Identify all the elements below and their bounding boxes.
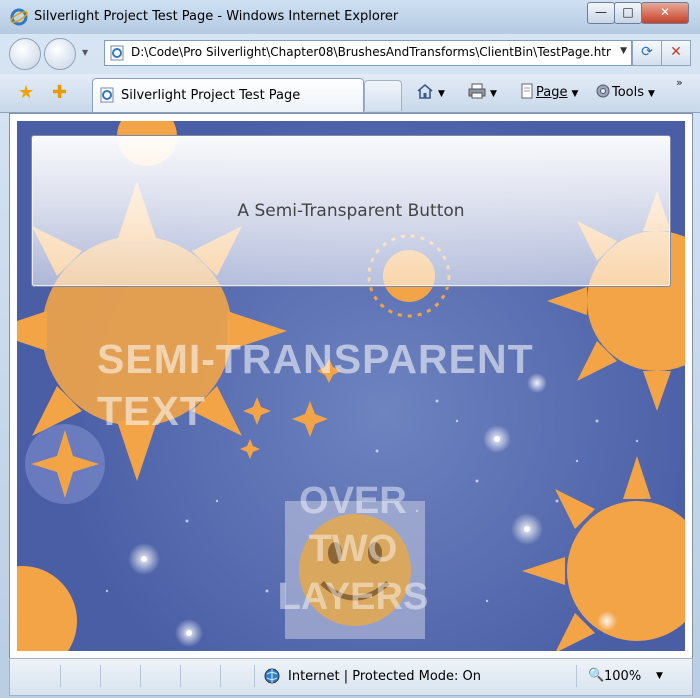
tab-command-bar: ★ ✚ Silverlight Project Test Page ▼ ▼ Pa… <box>0 74 700 113</box>
status-divider <box>140 665 141 687</box>
address-dropdown[interactable]: ▼ <box>620 46 627 56</box>
semi-transparent-button-label: A Semi-Transparent Button <box>237 201 465 221</box>
recent-pages-dropdown[interactable]: ▼ <box>82 48 88 57</box>
tab-label: Silverlight Project Test Page <box>121 88 301 103</box>
status-divider <box>180 665 181 687</box>
browser-window: Silverlight Project Test Page - Windows … <box>0 0 700 698</box>
address-input[interactable]: D:\Code\Pro Silverlight\Chapter08\Brushe… <box>131 45 611 59</box>
minimize-button[interactable]: — <box>587 2 615 24</box>
page-menu[interactable]: Page ▼ <box>518 83 578 101</box>
ie-tab-icon <box>100 87 114 103</box>
home-button[interactable]: ▼ <box>416 83 445 101</box>
print-icon <box>468 83 486 99</box>
overlay-line1: OVER <box>299 480 407 522</box>
tools-menu-label: Tools <box>612 85 645 100</box>
page-menu-label: Page <box>536 85 568 100</box>
security-zone[interactable]: Internet | Protected Mode: On <box>288 669 481 684</box>
status-divider <box>220 665 221 687</box>
status-divider <box>100 665 101 687</box>
add-favorite-icon[interactable]: ✚ <box>52 82 67 103</box>
status-bar: Internet | Protected Mode: On 🔍 100% ▼ <box>9 658 693 696</box>
stop-icon[interactable]: ✕ <box>661 40 691 66</box>
status-divider <box>60 665 61 687</box>
silverlight-canvas: A Semi-Transparent Button SEMI-TRANSPARE… <box>17 121 685 651</box>
overlay-text: OVER TWO LAYERS <box>253 477 453 621</box>
ie-page-icon <box>110 45 124 61</box>
navigation-bar: ▼ D:\Code\Pro Silverlight\Chapter08\Brus… <box>0 34 700 74</box>
zoom-icon[interactable]: 🔍 <box>588 668 604 683</box>
status-divider <box>576 665 577 687</box>
ie-icon <box>10 8 28 26</box>
back-icon[interactable] <box>9 38 41 70</box>
globe-icon <box>264 668 280 684</box>
page-icon <box>521 83 533 99</box>
more-commands-chevron-icon[interactable]: » <box>676 76 683 89</box>
forward-icon[interactable] <box>44 38 76 70</box>
refresh-icon[interactable]: ⟳ <box>632 40 662 66</box>
home-icon <box>417 83 433 99</box>
new-tab-button[interactable] <box>364 80 402 111</box>
close-button[interactable]: ✕ <box>641 2 689 24</box>
star-burst-left <box>25 424 105 504</box>
maximize-button[interactable]: □ <box>614 2 642 24</box>
print-button[interactable]: ▼ <box>468 83 497 101</box>
tools-gear-icon <box>596 84 610 98</box>
semi-text-line1: SEMI-TRANSPARENT <box>97 336 534 382</box>
tools-menu[interactable]: Tools ▼ <box>594 83 655 101</box>
tab-active[interactable]: Silverlight Project Test Page <box>92 78 364 112</box>
address-bar[interactable]: D:\Code\Pro Silverlight\Chapter08\Brushe… <box>104 40 632 66</box>
favorites-star-icon[interactable]: ★ <box>18 82 34 103</box>
page-content: A Semi-Transparent Button SEMI-TRANSPARE… <box>9 113 693 659</box>
semi-transparent-text: SEMI-TRANSPARENT TEXT <box>97 333 617 437</box>
sun-bottom-left <box>17 566 77 651</box>
semi-transparent-button[interactable]: A Semi-Transparent Button <box>31 135 671 287</box>
semi-text-line2: TEXT <box>97 388 206 434</box>
overlay-line2: TWO <box>308 528 398 570</box>
window-title: Silverlight Project Test Page - Windows … <box>34 9 399 24</box>
status-divider <box>254 665 255 687</box>
overlay-line3: LAYERS <box>277 576 429 618</box>
zoom-dropdown[interactable]: ▼ <box>656 671 663 681</box>
title-bar: Silverlight Project Test Page - Windows … <box>0 0 700 34</box>
zoom-level[interactable]: 100% <box>604 669 641 684</box>
